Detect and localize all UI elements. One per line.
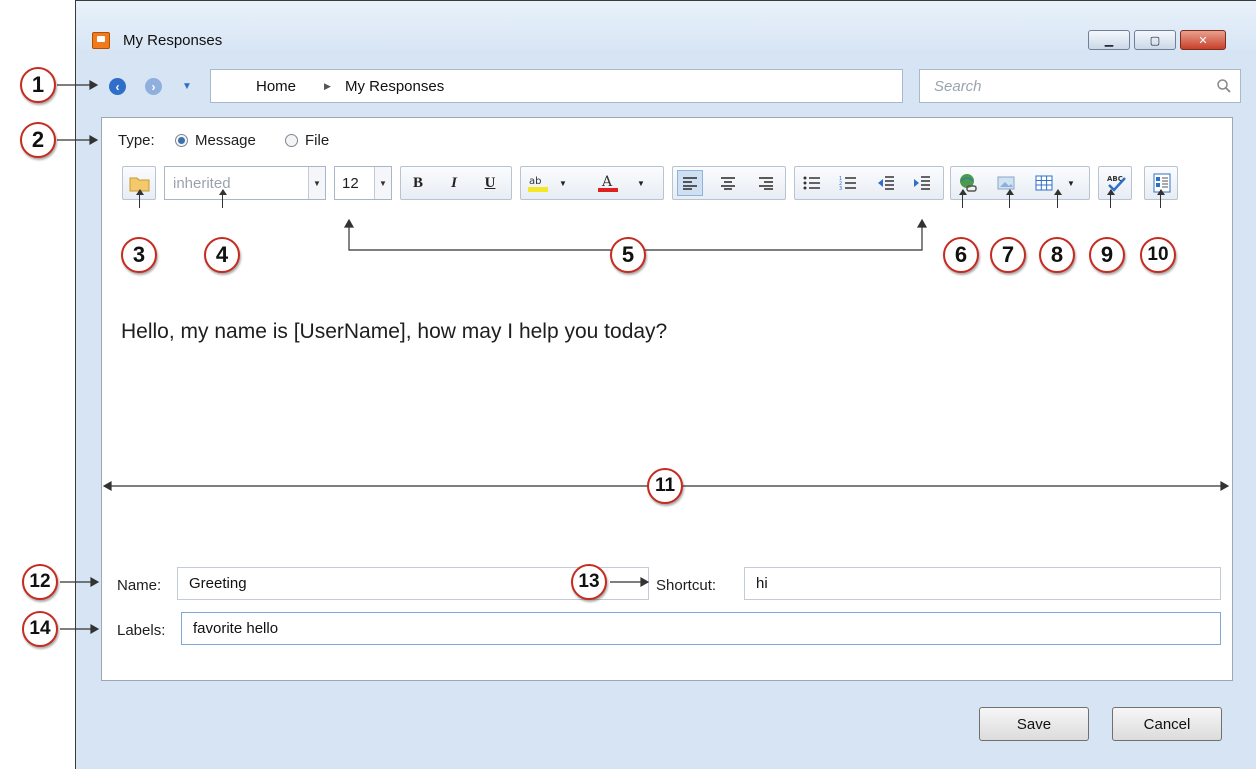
callout-arrow — [1157, 189, 1165, 208]
callout-badge: 11 — [647, 468, 683, 504]
callout-badge: 14 — [22, 611, 58, 647]
callout-arrow — [959, 189, 967, 208]
callout-badge: 9 — [1089, 237, 1125, 273]
callout-arrow — [1006, 189, 1014, 208]
callout-badge: 3 — [121, 237, 157, 273]
callout-arrow — [136, 189, 144, 208]
callout-badge: 5 — [610, 237, 646, 273]
callout-badge: 10 — [1140, 237, 1176, 273]
callout-badge: 12 — [22, 564, 58, 600]
callout-lines — [57, 79, 1230, 635]
callout-badge: 2 — [20, 122, 56, 158]
callout-badge: 4 — [204, 237, 240, 273]
callout-badge: 7 — [990, 237, 1026, 273]
callout-badge: 13 — [571, 564, 607, 600]
callout-badge: 1 — [20, 67, 56, 103]
callout-badge: 6 — [943, 237, 979, 273]
callout-arrow — [1054, 189, 1062, 208]
callout-arrow — [219, 189, 227, 208]
callout-badge: 8 — [1039, 237, 1075, 273]
callout-arrow — [1107, 189, 1115, 208]
